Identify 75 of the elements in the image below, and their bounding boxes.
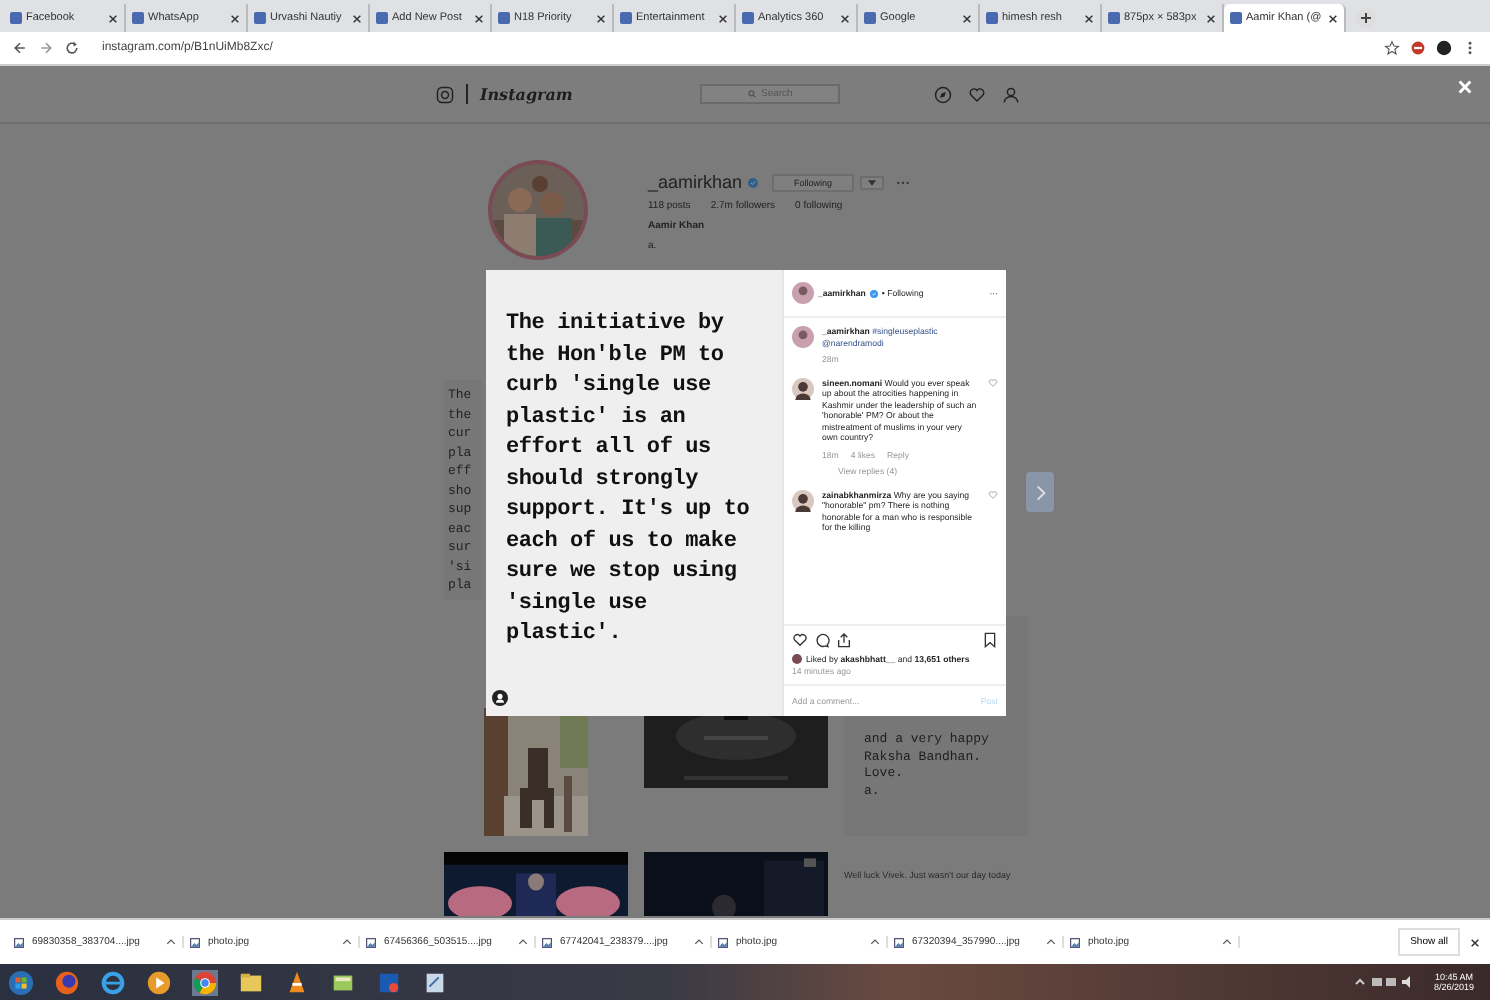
internet-explorer-icon[interactable] <box>100 969 126 995</box>
avatar-icon[interactable] <box>792 326 814 348</box>
stop-icon[interactable] <box>1410 40 1426 56</box>
post-text: The initiative by the Hon'ble PM to curb 'single use plastic' is an effort all of us should strongly support. It's up to each of us to make sure we stop using 'single use plastic'. <box>506 310 752 650</box>
app-icon[interactable] <box>422 969 448 995</box>
compass-icon[interactable] <box>934 85 952 103</box>
close-icon[interactable] <box>596 13 606 23</box>
close-icon[interactable] <box>718 13 728 23</box>
caret-icon[interactable] <box>342 938 352 946</box>
image-file-icon <box>14 937 24 947</box>
image-file-icon <box>542 937 552 947</box>
more-icon[interactable] <box>896 179 911 185</box>
caret-icon <box>868 179 877 185</box>
image-file-icon <box>1070 937 1080 947</box>
chevron-icon <box>1035 483 1045 501</box>
page-icon <box>1230 12 1242 24</box>
avatar-icon[interactable] <box>792 489 814 511</box>
search-icon <box>748 90 757 98</box>
close-icon[interactable] <box>108 13 118 23</box>
close-icon[interactable] <box>1470 937 1480 947</box>
chrome-icon[interactable] <box>192 969 218 995</box>
image-file-icon <box>894 937 904 947</box>
verified-icon <box>748 177 759 187</box>
username: _aamirkhan <box>648 172 743 192</box>
caret-icon[interactable] <box>518 938 528 946</box>
caret-icon[interactable] <box>694 938 704 946</box>
avatar-icon[interactable] <box>1436 40 1452 56</box>
avatar-icon[interactable] <box>792 653 802 664</box>
person-icon[interactable] <box>492 690 508 706</box>
star-icon[interactable] <box>1384 40 1400 56</box>
close-icon[interactable] <box>230 13 240 23</box>
new-tab-icon[interactable] <box>1356 8 1376 28</box>
page-icon <box>864 12 876 24</box>
image-file-icon <box>190 937 200 947</box>
page-icon <box>986 12 998 24</box>
page-icon <box>132 12 144 24</box>
comment-icon[interactable] <box>814 631 830 647</box>
traffic-cone-icon[interactable] <box>284 969 310 995</box>
bookmark-icon[interactable] <box>982 631 998 647</box>
close-icon[interactable] <box>352 13 362 23</box>
media-player-icon[interactable] <box>146 969 172 995</box>
image-file-icon <box>366 937 376 947</box>
image-file-icon <box>718 937 728 947</box>
close-icon[interactable] <box>840 13 850 23</box>
page-icon <box>1108 12 1120 24</box>
firefox-icon[interactable] <box>54 969 80 995</box>
start-icon[interactable] <box>8 969 34 995</box>
caret-icon[interactable] <box>1222 938 1232 946</box>
page-icon <box>10 12 22 24</box>
close-icon[interactable] <box>1084 13 1094 23</box>
page-icon <box>376 12 388 24</box>
verified-icon <box>869 289 878 297</box>
camera-icon[interactable] <box>436 85 454 103</box>
close-icon[interactable] <box>962 13 972 23</box>
caret-icon[interactable] <box>166 938 176 946</box>
system-tray-icons[interactable] <box>1353 974 1414 990</box>
caret-icon[interactable] <box>1046 938 1056 946</box>
forward-icon[interactable] <box>38 40 54 56</box>
page-icon <box>620 12 632 24</box>
close-icon[interactable] <box>1206 13 1216 23</box>
heart-icon[interactable] <box>792 631 808 647</box>
back-icon[interactable] <box>12 40 28 56</box>
page-icon <box>498 12 510 24</box>
close-icon[interactable] <box>1328 13 1338 23</box>
page-icon <box>254 12 266 24</box>
folder-icon[interactable] <box>238 969 264 995</box>
page-icon <box>742 12 754 24</box>
reload-icon[interactable] <box>64 40 80 56</box>
close-icon[interactable] <box>474 13 484 23</box>
share-icon[interactable] <box>836 631 852 647</box>
dropdown-button[interactable] <box>860 175 885 189</box>
avatar-icon[interactable] <box>792 282 814 304</box>
avatar-icon[interactable] <box>792 377 814 399</box>
caret-icon[interactable] <box>870 938 880 946</box>
instagram-logo[interactable]: Instagram <box>466 84 573 104</box>
